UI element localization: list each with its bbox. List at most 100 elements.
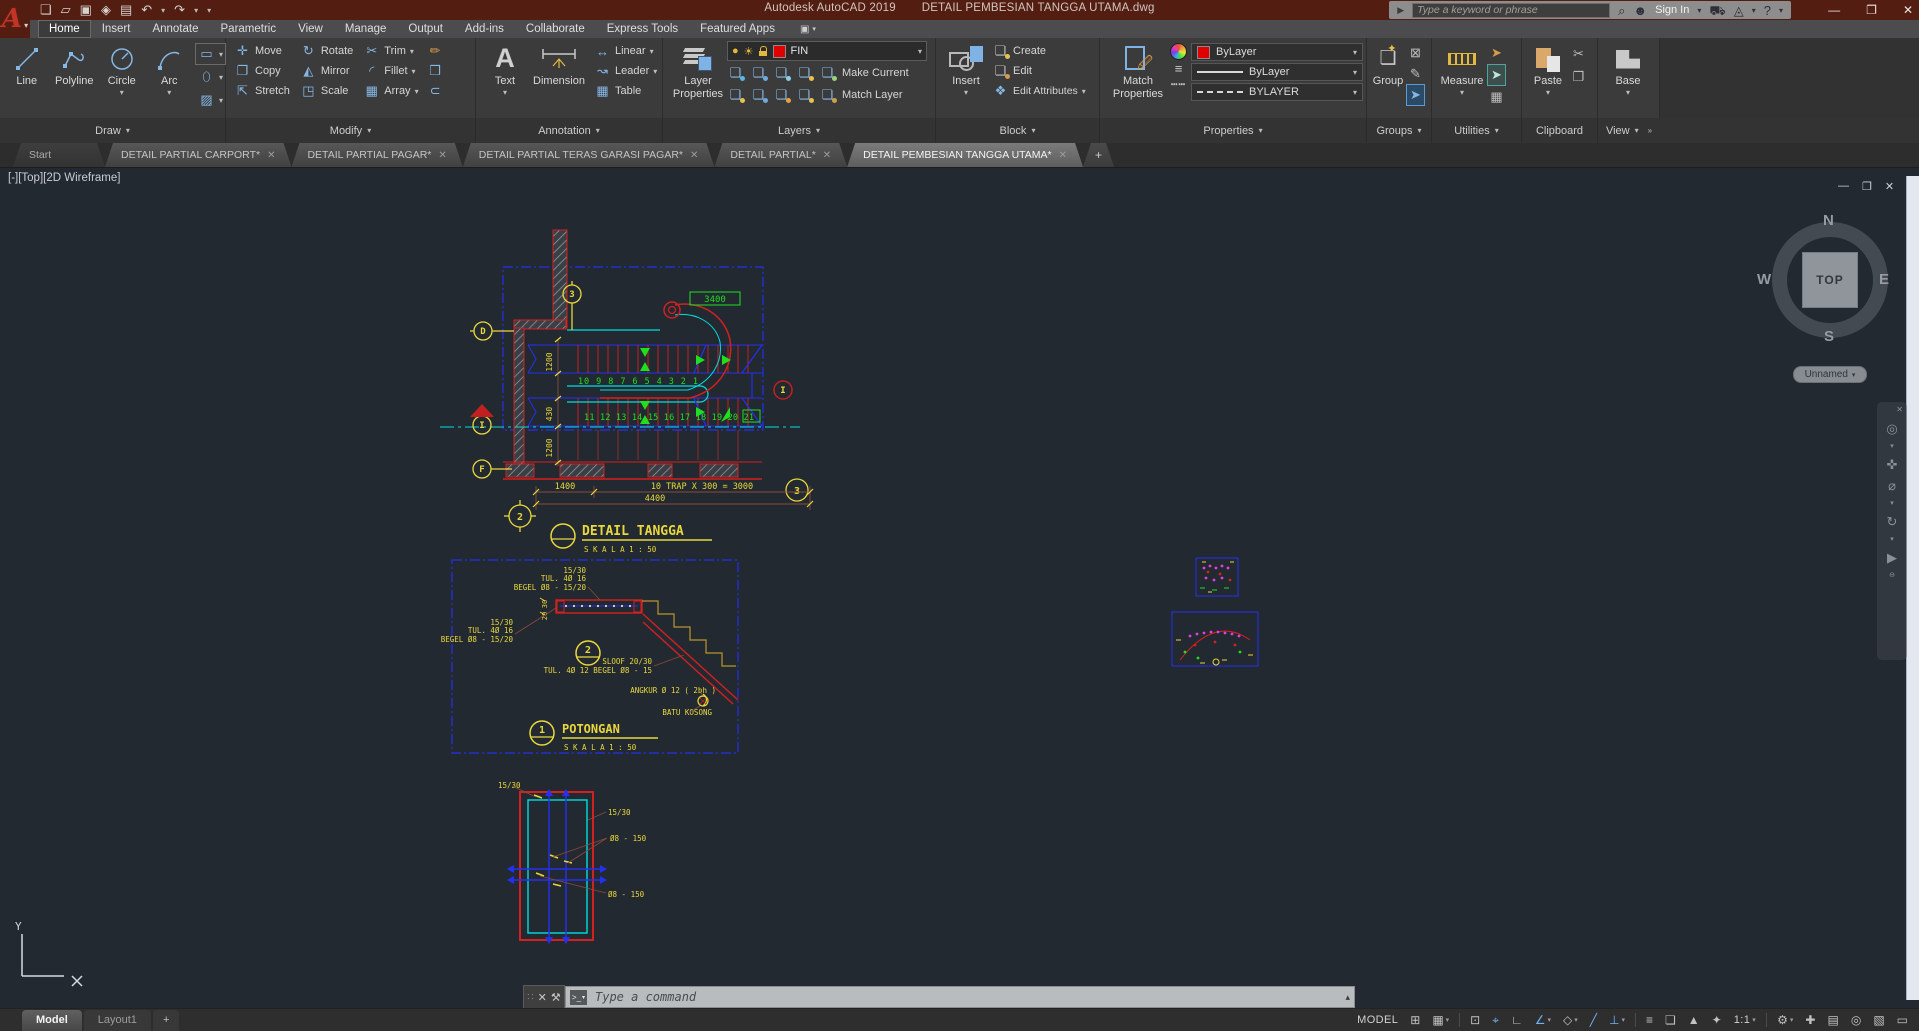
navbar-collapse-icon[interactable]: ⊖ [1889, 572, 1895, 580]
explode-button[interactable]: ❒ [427, 61, 444, 81]
panel-title-modify[interactable]: Modify ▾ [226, 118, 476, 143]
array-button[interactable]: ▦ Array ▾ [363, 81, 419, 101]
base-view-button[interactable]: Base ▾ [1606, 41, 1650, 97]
minimize-button[interactable]: — [1828, 3, 1840, 17]
layout1-tab[interactable]: Layout1 [83, 1009, 151, 1031]
viewcube-east[interactable]: E [1879, 271, 1889, 288]
status-lineweight-icon[interactable]: ≡ [1641, 1011, 1658, 1030]
leader-button[interactable]: ↝ Leader ▾ [594, 61, 657, 81]
text-button[interactable]: A Text ▾ [482, 41, 528, 97]
zoom-icon[interactable]: ⌀ [1888, 478, 1896, 493]
tab-parametric[interactable]: Parametric [210, 20, 288, 38]
new-layout-button[interactable]: + [152, 1009, 180, 1031]
linetype-list-icon[interactable]: ┅┅ [1171, 78, 1186, 91]
ribbon-display-button[interactable]: ▣ ▾ [800, 20, 816, 38]
navbar-caret-icon[interactable]: ▾ [1890, 443, 1894, 451]
viewcube-west[interactable]: W [1757, 271, 1771, 288]
create-block-button[interactable]: ❏ Create [992, 41, 1086, 61]
close-tab-icon[interactable]: ✕ [267, 150, 275, 161]
viewport-close-icon[interactable]: ✕ [1885, 180, 1894, 193]
match-properties-button[interactable]: 🖉 Match Properties [1106, 41, 1170, 100]
panel-title-utilities[interactable]: Utilities ▾ [1432, 118, 1522, 143]
autodesk-account-icon[interactable]: ◬ [1734, 4, 1744, 17]
status-selection-cycling-icon[interactable]: ❏ [1660, 1011, 1681, 1030]
account-caret-icon[interactable]: ▾ [1752, 6, 1756, 15]
edit-block-button[interactable]: ❏ Edit [992, 61, 1086, 81]
file-tab-partial[interactable]: DETAIL PARTIAL* ✕ [714, 143, 847, 167]
lineweight-select[interactable]: ByLayer ▾ [1191, 63, 1363, 81]
status-infer-constraints-icon[interactable]: ⊡ [1465, 1011, 1485, 1030]
color-wheel-icon[interactable] [1170, 43, 1187, 60]
status-object-snap-tracking-icon[interactable]: ╱ [1585, 1011, 1602, 1030]
status-annotation-visibility-icon[interactable]: ▲ [1683, 1011, 1705, 1030]
lineweight-list-icon[interactable]: ≡ [1175, 62, 1183, 76]
tab-collaborate[interactable]: Collaborate [515, 20, 596, 38]
tab-featured-apps[interactable]: Featured Apps [689, 20, 786, 38]
status-autoscale-icon[interactable]: ✦ [1707, 1011, 1727, 1030]
copy-button[interactable]: ❐ Copy [234, 61, 290, 81]
layer-lock-icon[interactable]: ❏ [796, 65, 814, 81]
model-tab[interactable]: Model [22, 1009, 82, 1031]
vertical-scrollbar[interactable] [1906, 176, 1919, 1000]
linetype-select[interactable]: BYLAYER ▾ [1191, 83, 1363, 101]
layer-freeze-icon[interactable]: ❏ [773, 65, 791, 81]
paste-button[interactable]: Paste ▾ [1526, 41, 1570, 97]
copy-clip-button[interactable]: ❐ [1570, 67, 1587, 87]
move-button[interactable]: ✛ Move [234, 41, 290, 61]
circle-button[interactable]: Circle ▾ [99, 41, 145, 97]
app-store-cart-icon[interactable]: ⛟ [1709, 4, 1725, 17]
status-isolate-objects-icon[interactable]: ◎ [1846, 1011, 1866, 1030]
command-close-icon[interactable]: ✕ [538, 991, 547, 1004]
make-current-button[interactable]: Make Current [842, 67, 909, 79]
close-tab-icon[interactable]: ✕ [438, 150, 446, 161]
group-selection-toggle[interactable]: ➤ [1407, 85, 1424, 105]
file-tab-carport[interactable]: DETAIL PARTIAL CARPORT* ✕ [105, 143, 291, 167]
layer-on-icon[interactable]: ● [732, 45, 739, 57]
arc-button[interactable]: Arc ▾ [147, 41, 193, 97]
stretch-button[interactable]: ⇱ Stretch [234, 81, 290, 101]
sign-in-button[interactable]: Sign In [1655, 4, 1689, 16]
status-clean-screen-icon[interactable]: ▭ [1892, 1011, 1913, 1030]
layer-thaw-all-icon[interactable]: ❏ [773, 87, 791, 103]
layer-isolate-icon[interactable]: ❏ [727, 65, 745, 81]
rectangle-tool-button[interactable]: ▭ ▾ [196, 44, 225, 64]
cad-canvas[interactable]: 10 9 8 7 6 5 4 3 2 1 11 12 13 14 15 16 1… [0, 168, 1919, 1008]
line-button[interactable]: Line [4, 41, 50, 88]
status-object-snap-icon[interactable]: ⊥ ▾ [1604, 1011, 1630, 1030]
layer-properties-button[interactable]: Layer Properties [669, 41, 727, 100]
command-history-caret-icon[interactable]: ▴ [1345, 992, 1350, 1003]
new-drawing-tab-button[interactable]: + [1083, 143, 1114, 167]
close-tab-icon[interactable]: ✕ [690, 150, 698, 161]
status-annotation-scale[interactable]: 1:1 ▾ [1729, 1011, 1761, 1030]
insert-block-button[interactable]: Insert ▾ [942, 41, 990, 97]
command-prompt-icon[interactable]: >_ ▾ [570, 989, 587, 1005]
status-grid-icon[interactable]: ⊞ [1405, 1011, 1425, 1030]
panel-title-layers[interactable]: Layers ▾ [663, 118, 936, 143]
layer-unisolate-icon[interactable]: ❏ [750, 87, 768, 103]
tab-express-tools[interactable]: Express Tools [596, 20, 689, 38]
measure-button[interactable]: Measure ▾ [1436, 41, 1488, 97]
panel-title-view[interactable]: View ▾» [1598, 118, 1660, 143]
trim-button[interactable]: ✂ Trim ▾ [363, 41, 418, 61]
file-tab-teras-garasi[interactable]: DETAIL PARTIAL TERAS GARASI PAGAR* ✕ [463, 143, 715, 167]
file-tab-tangga-utama[interactable]: DETAIL PEMBESIAN TANGGA UTAMA* ✕ [847, 143, 1083, 167]
tab-add-ins[interactable]: Add-ins [454, 20, 515, 38]
offset-button[interactable]: ⊂ [427, 81, 444, 101]
group-button[interactable]: ❏ ✦ Group [1369, 41, 1407, 88]
panel-title-draw[interactable]: Draw ▾ [0, 118, 226, 143]
orbit-icon[interactable]: ↻ [1887, 514, 1898, 529]
layer-select-caret-icon[interactable]: ▾ [918, 47, 922, 56]
ungroup-button[interactable]: ⊠ [1407, 43, 1424, 63]
match-layer-icon[interactable]: ❏ [819, 87, 837, 103]
search-input[interactable] [1412, 2, 1611, 18]
linear-dimension-button[interactable]: ↔ Linear ▾ [594, 41, 657, 61]
showmotion-icon[interactable]: ▶ [1887, 550, 1897, 565]
dimension-button[interactable]: Dimension [528, 41, 590, 88]
navbar-close-icon[interactable]: ✕ [1896, 405, 1903, 415]
panel-title-annotation[interactable]: Annotation ▾ [476, 118, 663, 143]
polyline-button[interactable]: Polyline [52, 41, 98, 88]
viewcube-north[interactable]: N [1823, 212, 1834, 229]
command-customize-wrench-icon[interactable]: ⚒ [551, 991, 561, 1004]
navbar-caret-icon[interactable]: ▾ [1890, 500, 1894, 508]
viewport-controls-label[interactable]: [-][Top][2D Wireframe] [8, 172, 120, 184]
